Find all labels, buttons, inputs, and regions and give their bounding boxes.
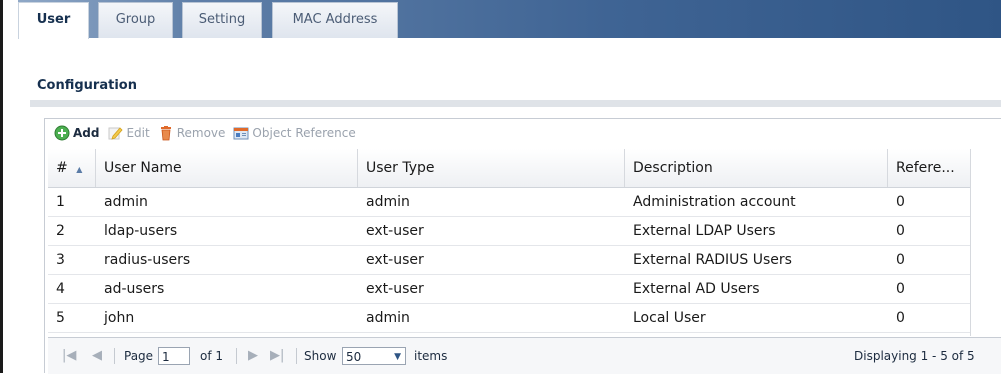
trash-icon	[158, 125, 174, 141]
cell-description: External AD Users	[633, 281, 760, 297]
remove-label: Remove	[176, 126, 226, 140]
displaying-status: Displaying 1 - 5 of 5	[854, 349, 975, 363]
grid-toolbar: Add Edit Remove Object Reference	[54, 122, 364, 144]
tab-setting[interactable]: Setting	[182, 2, 262, 38]
cell-user-type: admin	[366, 310, 410, 326]
cell-user-name: ad-users	[104, 281, 165, 297]
cell-index: 4	[56, 281, 65, 297]
pager-separator	[236, 348, 237, 364]
column-header-user-type[interactable]: User Type	[358, 149, 625, 187]
page-count-label: of 1	[200, 349, 224, 363]
remove-button[interactable]: Remove	[158, 125, 226, 141]
cell-reference: 0	[896, 252, 905, 268]
page-number-input[interactable]: 1	[158, 347, 190, 365]
tab-bar: User Group Setting MAC Address	[18, 0, 1001, 39]
table-header: # ▲ User Name User Type Description Refe…	[48, 149, 970, 188]
cell-user-name: john	[104, 310, 135, 326]
add-button[interactable]: Add	[54, 125, 99, 141]
cell-user-type: ext-user	[366, 281, 424, 297]
cell-user-name: radius-users	[104, 252, 191, 268]
cell-user-name: admin	[104, 194, 148, 210]
cell-index: 3	[56, 252, 65, 268]
column-header-reference[interactable]: Refere...	[888, 149, 970, 187]
cell-user-name: ldap-users	[104, 223, 178, 239]
add-label: Add	[73, 126, 100, 140]
object-reference-icon	[233, 125, 249, 141]
cell-reference: 0	[896, 281, 905, 297]
tab-group[interactable]: Group	[98, 2, 173, 38]
section-divider	[30, 100, 1001, 107]
cell-user-type: ext-user	[366, 252, 424, 268]
cell-index: 5	[56, 310, 65, 326]
tab-user[interactable]: User	[18, 2, 89, 39]
cell-description: External RADIUS Users	[633, 252, 792, 268]
tab-mac-address[interactable]: MAC Address	[272, 2, 398, 38]
grid-right-divider	[970, 149, 971, 336]
object-reference-label: Object Reference	[252, 126, 356, 140]
cell-reference: 0	[896, 194, 905, 210]
cell-reference: 0	[896, 223, 905, 239]
window-left-border	[0, 0, 3, 373]
table-row[interactable]: 1 admin admin Administration account 0	[48, 188, 970, 217]
edit-label: Edit	[126, 126, 150, 140]
first-page-icon[interactable]: |◀	[62, 338, 76, 374]
show-label: Show	[304, 349, 337, 363]
table-row[interactable]: 2 ldap-users ext-user External LDAP User…	[48, 217, 970, 246]
cell-description: Administration account	[633, 194, 796, 210]
edit-button[interactable]: Edit	[107, 125, 150, 141]
column-header-description[interactable]: Description	[625, 149, 888, 187]
cell-description: External LDAP Users	[633, 223, 776, 239]
pager-separator	[296, 348, 297, 364]
cell-description: Local User	[633, 310, 706, 326]
pagination-bar: |◀ ◀ Page 1 of 1 ▶ ▶| Show 50 ▼ items Di…	[48, 337, 1001, 374]
cell-user-type: admin	[366, 194, 410, 210]
chevron-down-icon: ▼	[394, 352, 401, 362]
last-page-icon[interactable]: ▶|	[270, 338, 284, 374]
edit-icon	[107, 125, 124, 141]
section-title: Configuration	[37, 78, 137, 93]
pager-separator	[114, 348, 115, 364]
cell-user-type: ext-user	[366, 223, 424, 239]
object-reference-button[interactable]: Object Reference	[233, 125, 356, 141]
cell-reference: 0	[896, 310, 905, 326]
table-row[interactable]: 3 radius-users ext-user External RADIUS …	[48, 246, 970, 275]
cell-index: 2	[56, 223, 65, 239]
page-label: Page	[124, 349, 154, 363]
previous-page-icon[interactable]: ◀	[92, 338, 102, 374]
table-row[interactable]: 4 ad-users ext-user External AD Users 0	[48, 275, 970, 304]
next-page-icon[interactable]: ▶	[248, 338, 258, 374]
cell-index: 1	[56, 194, 65, 210]
page-size-select[interactable]: 50 ▼	[342, 347, 406, 365]
column-header-index[interactable]: # ▲	[48, 149, 96, 187]
sort-ascending-icon: ▲	[76, 165, 83, 174]
column-header-user-name[interactable]: User Name	[96, 149, 358, 187]
table-row[interactable]: 5 john admin Local User 0	[48, 304, 970, 333]
items-label: items	[414, 349, 448, 363]
add-icon	[54, 125, 70, 141]
